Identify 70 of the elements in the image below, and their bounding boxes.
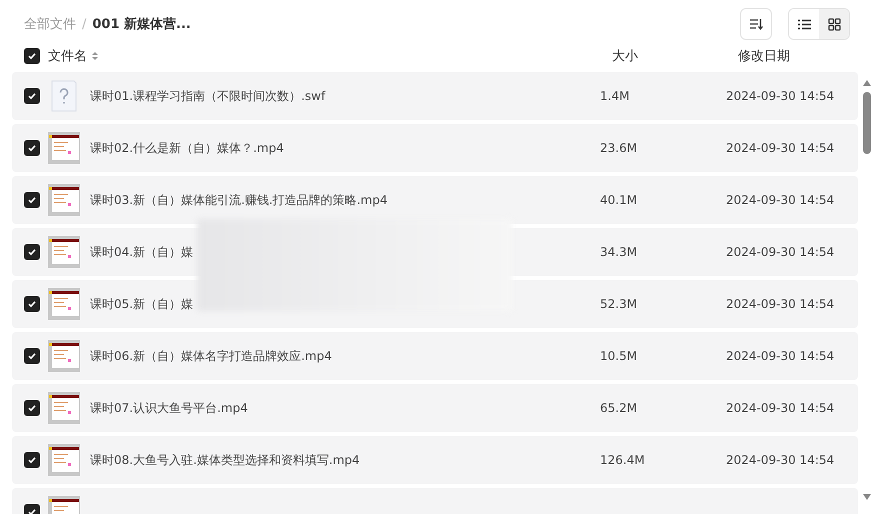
file-name: 课时07.认识大鱼号平台.mp4 <box>90 400 249 416</box>
checkmark-icon <box>27 247 37 257</box>
video-thumbnail <box>48 184 80 216</box>
file-row[interactable]: 课时02.什么是新（自）媒体？.mp4 23.6M 2024-09-30 14:54 <box>12 124 858 172</box>
row-checkbox[interactable] <box>24 452 40 468</box>
list-icon <box>798 18 810 30</box>
grid-icon <box>828 18 840 30</box>
modified-date: 2024-09-30 14:54 <box>726 401 834 415</box>
video-thumbnail <box>48 444 80 476</box>
file-size: 65.2M <box>600 401 638 415</box>
file-name: 课时02.什么是新（自）媒体？.mp4 <box>90 140 285 156</box>
file-row[interactable]: 课时07.认识大鱼号平台.mp4 65.2M 2024-09-30 14:54 <box>12 384 858 432</box>
file-size: 52.3M <box>600 297 638 311</box>
modified-date: 2024-09-30 14:54 <box>726 297 834 311</box>
column-header[interactable]: 文件名 <box>48 47 87 65</box>
checkmark-icon <box>27 403 37 413</box>
file-size: 1.4M <box>600 89 630 103</box>
current-folder: 001 新媒体营... <box>92 16 191 33</box>
scrollbar-thumb[interactable] <box>863 92 871 154</box>
file-name: 课时04.新（自）媒 <box>90 244 194 260</box>
file-name: 课时05.新（自）媒 <box>90 296 194 312</box>
sort-button[interactable] <box>740 8 772 40</box>
checkmark-icon <box>27 351 37 361</box>
file-size: 40.1M <box>600 193 638 207</box>
file-row[interactable]: 课时03.新（自）媒体能引流.赚钱.打造品牌的策略.mp4 40.1M 2024-09-30 14:54 <box>12 176 858 224</box>
checkmark-icon <box>27 51 37 61</box>
row-checkbox[interactable] <box>24 296 40 312</box>
column-header: 大小 <box>612 48 638 65</box>
checkmark-icon <box>27 143 37 153</box>
video-thumbnail <box>48 132 80 164</box>
file-name: 课时06.新（自）媒体名字打造品牌效应.mp4 <box>90 348 333 364</box>
checkmark-icon <box>27 91 37 101</box>
row-checkbox[interactable] <box>24 140 40 156</box>
modified-date: 2024-09-30 14:54 <box>726 193 834 207</box>
row-checkbox[interactable] <box>24 244 40 260</box>
row-checkbox[interactable] <box>24 348 40 364</box>
grid-view-button[interactable] <box>819 9 849 39</box>
column-header: 修改日期 <box>738 48 790 65</box>
checkmark-icon <box>27 195 37 205</box>
file-row[interactable]: 课时08.大鱼号入驻.媒体类型选择和资料填写.mp4 126.4M 2024-09-30 14:54 <box>12 436 858 484</box>
file-row[interactable]: 课时01.课程学习指南（不限时间次数）.swf 1.4M 2024-09-30 14:54 <box>12 72 858 120</box>
sort-icon <box>749 18 763 30</box>
file-size: 126.4M <box>600 453 646 467</box>
file-name: 课时01.课程学习指南（不限时间次数）.swf <box>90 88 326 104</box>
row-checkbox[interactable] <box>24 400 40 416</box>
video-thumbnail <box>48 236 80 268</box>
checkmark-icon <box>27 507 37 514</box>
modified-date: 2024-09-30 14:54 <box>726 349 834 363</box>
breadcrumb-separator: / <box>82 16 86 32</box>
modified-date: 2024-09-30 14:54 <box>726 453 834 467</box>
checkmark-icon <box>27 455 37 465</box>
video-thumbnail <box>48 340 80 372</box>
file-name: 课时08.大鱼号入驻.媒体类型选择和资料填写.mp4 <box>90 452 361 468</box>
video-thumbnail <box>48 288 80 320</box>
row-checkbox[interactable] <box>24 88 40 104</box>
modified-date: 2024-09-30 14:54 <box>726 141 834 155</box>
video-thumbnail <box>48 392 80 424</box>
scroll-up-icon[interactable] <box>863 80 871 86</box>
row-checkbox[interactable] <box>24 192 40 208</box>
modified-date: 2024-09-30 14:54 <box>726 89 834 103</box>
file-size: 34.3M <box>600 245 638 259</box>
scroll-down-icon[interactable] <box>863 494 871 500</box>
file-size: 23.6M <box>600 141 638 155</box>
file-row[interactable]: 课时06.新（自）媒体名字打造品牌效应.mp4 10.5M 2024-09-30 14:54 <box>12 332 858 380</box>
checkmark-icon <box>27 299 37 309</box>
modified-date: 2024-09-30 14:54 <box>726 245 834 259</box>
file-name: 课时03.新（自）媒体能引流.赚钱.打造品牌的策略.mp4 <box>90 192 388 208</box>
file-size: 10.5M <box>600 349 638 363</box>
sort-icon[interactable] <box>91 51 99 61</box>
select-all-checkbox[interactable] <box>24 48 40 64</box>
